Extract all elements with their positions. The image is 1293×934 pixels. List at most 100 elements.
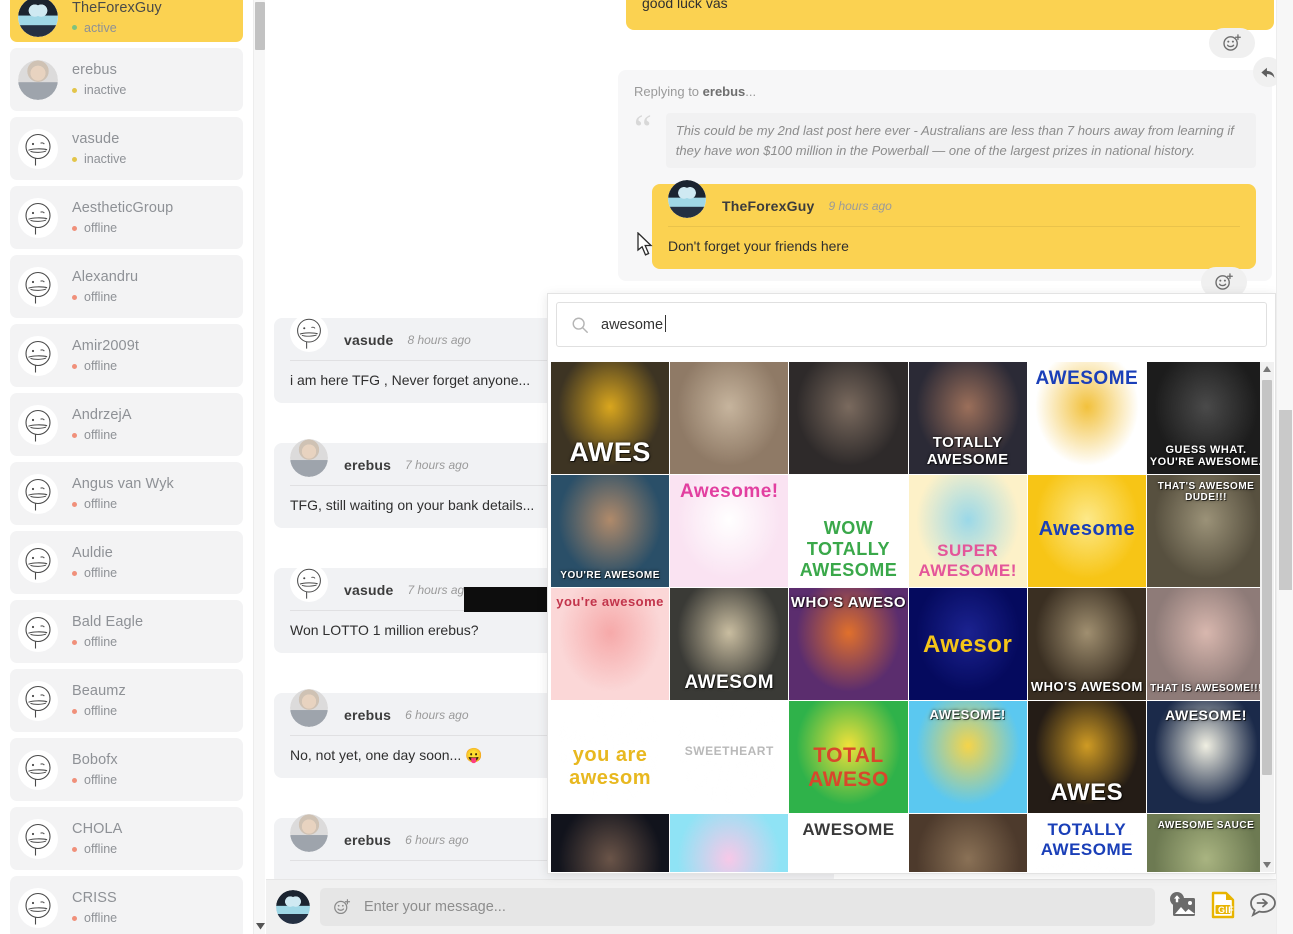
gif-result-item[interactable]: SWEETHEART xyxy=(670,701,789,813)
gif-result-item[interactable]: TOTALLY AWESOME xyxy=(908,362,1027,474)
avatar xyxy=(18,197,58,238)
gif-result-item[interactable]: you're awesome xyxy=(551,588,670,700)
scroll-down-arrow-icon[interactable] xyxy=(254,920,266,932)
contact-item-amir2009t[interactable]: Amir2009t offline xyxy=(10,324,243,387)
gif-result-item[interactable]: WHO'S AWESOM xyxy=(1027,588,1146,700)
contact-item-beaumz[interactable]: Beaumz offline xyxy=(10,669,243,732)
sidebar-scrollbar[interactable] xyxy=(253,0,265,934)
gif-result-item[interactable]: Awesome! xyxy=(670,475,789,587)
replying-to-prefix: Replying to xyxy=(634,84,703,99)
contact-item-erebus[interactable]: erebus inactive xyxy=(10,48,243,111)
gif-result-item[interactable]: Awesome xyxy=(1027,475,1146,587)
contact-item-alexandru[interactable]: Alexandru offline xyxy=(10,255,243,318)
contact-item-criss[interactable]: CRISS offline xyxy=(10,876,243,934)
gif-result-item[interactable] xyxy=(551,814,670,872)
gif-result-item[interactable]: AWES xyxy=(551,362,670,474)
upload-image-button[interactable] xyxy=(1169,891,1197,923)
gif-caption: WHO'S AWESO xyxy=(790,594,907,611)
message-reply-block[interactable]: Replying to erebus... “ This could be my… xyxy=(618,70,1272,282)
quote-mark-icon: “ xyxy=(634,106,652,151)
avatar xyxy=(18,128,58,169)
scroll-down-arrow-icon[interactable] xyxy=(1262,859,1272,871)
contact-item-bobofx[interactable]: Bobofx offline xyxy=(10,738,243,801)
gif-result-item[interactable] xyxy=(789,362,908,474)
troll-face-icon xyxy=(25,892,51,924)
message-author: erebus xyxy=(344,832,392,848)
gif-result-item[interactable]: WOW TOTALLY AWESOME xyxy=(789,475,908,587)
contact-item-angus-van-wyk[interactable]: Angus van Wyk offline xyxy=(10,462,243,525)
add-reaction-icon xyxy=(1223,34,1241,51)
contact-name: AestheticGroup xyxy=(72,200,174,216)
contact-name: Bobofx xyxy=(72,752,118,768)
message-top-partial[interactable]: good luck vas xyxy=(626,0,1274,31)
avatar xyxy=(290,439,328,477)
replying-to-label: Replying to erebus... xyxy=(634,84,1256,99)
troll-face-icon xyxy=(25,685,51,717)
add-emoji-icon[interactable] xyxy=(332,897,352,917)
gif-result-item[interactable]: GUESS WHAT. YOU'RE AWESOME. xyxy=(1146,362,1263,474)
gif-result-item[interactable]: Awesor xyxy=(908,588,1027,700)
gif-result-item[interactable]: you are awesom xyxy=(551,701,670,813)
gif-grid-scrollbar-thumb[interactable] xyxy=(1262,380,1272,775)
contact-item-theforexguy[interactable]: TheForexGuy active xyxy=(10,0,243,42)
message-author: erebus xyxy=(344,707,392,723)
gif-result-item[interactable]: THAT'S AWESOME DUDE!!! xyxy=(1146,475,1263,587)
gif-grid-scrollbar[interactable] xyxy=(1260,362,1274,872)
gif-result-item[interactable]: AWESOME! xyxy=(1146,701,1263,813)
status-dot xyxy=(72,915,77,921)
avatar xyxy=(18,887,58,928)
contact-item-chola[interactable]: CHOLA offline xyxy=(10,807,243,870)
gif-result-item[interactable]: THAT IS AWESOME!!! xyxy=(1146,588,1263,700)
scroll-up-arrow-icon[interactable] xyxy=(1262,363,1272,375)
avatar xyxy=(18,818,58,859)
gif-result-item[interactable]: AWESOME SAUCE xyxy=(1146,814,1263,872)
gif-result-item[interactable]: AWES xyxy=(670,814,789,872)
sidebar-scrollbar-thumb[interactable] xyxy=(255,2,265,50)
gif-result-item[interactable]: WHO'S AWESO xyxy=(789,588,908,700)
message-composer: Enter your message... GIF xyxy=(266,879,1293,934)
page-scrollbar[interactable] xyxy=(1276,0,1293,934)
status-dot xyxy=(72,432,77,438)
gif-result-item[interactable]: AWESOME xyxy=(1027,362,1146,474)
send-button[interactable] xyxy=(1249,892,1277,923)
gif-result-item[interactable]: AWESOM xyxy=(670,588,789,700)
contact-name: Auldie xyxy=(72,545,113,561)
contact-item-aestheticgroup[interactable]: AestheticGroup offline xyxy=(10,186,243,249)
troll-face-icon xyxy=(25,478,51,510)
gif-caption: AWESOME xyxy=(802,820,895,839)
contacts-sidebar: TheForexGuy active erebus inactive vasude ina… xyxy=(0,0,253,934)
gif-result-item[interactable]: YOU'RE AWESOME xyxy=(551,475,670,587)
contact-name: Alexandru xyxy=(72,269,139,285)
contact-status: offline xyxy=(72,635,143,649)
gif-result-item[interactable]: AWES xyxy=(1027,701,1146,813)
gif-picker-popup: awesome AWES TOTALLY AWESOME AWESOME GUESS … xyxy=(547,293,1276,874)
gif-result-item[interactable]: SUPER AWESOME! xyxy=(908,475,1027,587)
gif-caption: AWESOME SAUCE xyxy=(1157,820,1255,831)
gif-button[interactable]: GIF xyxy=(1210,891,1236,924)
contact-status: offline xyxy=(72,359,139,373)
contact-status: offline xyxy=(72,773,118,787)
contact-item-vasude[interactable]: vasude inactive xyxy=(10,117,243,180)
gif-result-item[interactable]: TOTALLY AWESOME xyxy=(1027,814,1146,872)
reply-arrow-icon xyxy=(1260,67,1274,78)
troll-face-icon xyxy=(297,318,321,349)
gif-result-item[interactable] xyxy=(670,362,789,474)
gif-search-field[interactable]: awesome xyxy=(556,302,1267,347)
troll-face-icon xyxy=(297,568,321,599)
gif-result-item[interactable]: AWESOME! xyxy=(908,701,1027,813)
add-reaction-button[interactable] xyxy=(1209,28,1255,58)
contact-meta: Bobofx offline xyxy=(72,752,118,787)
page-scrollbar-thumb[interactable] xyxy=(1279,410,1292,590)
troll-face-icon xyxy=(25,271,51,303)
contact-item-bald-eagle[interactable]: Bald Eagle offline xyxy=(10,600,243,663)
contact-name: erebus xyxy=(72,62,117,78)
avatar xyxy=(18,680,58,721)
status-dot xyxy=(72,25,77,30)
message-input[interactable]: Enter your message... xyxy=(320,888,1155,926)
gif-result-item[interactable] xyxy=(908,814,1027,872)
contact-item-auldie[interactable]: Auldie offline xyxy=(10,531,243,594)
message-timestamp: 8 hours ago xyxy=(407,333,471,347)
gif-result-item[interactable]: TOTAL AWESO xyxy=(789,701,908,813)
contact-item-andrzeja[interactable]: AndrzejA offline xyxy=(10,393,243,456)
gif-result-item[interactable]: AWESOME xyxy=(789,814,908,872)
